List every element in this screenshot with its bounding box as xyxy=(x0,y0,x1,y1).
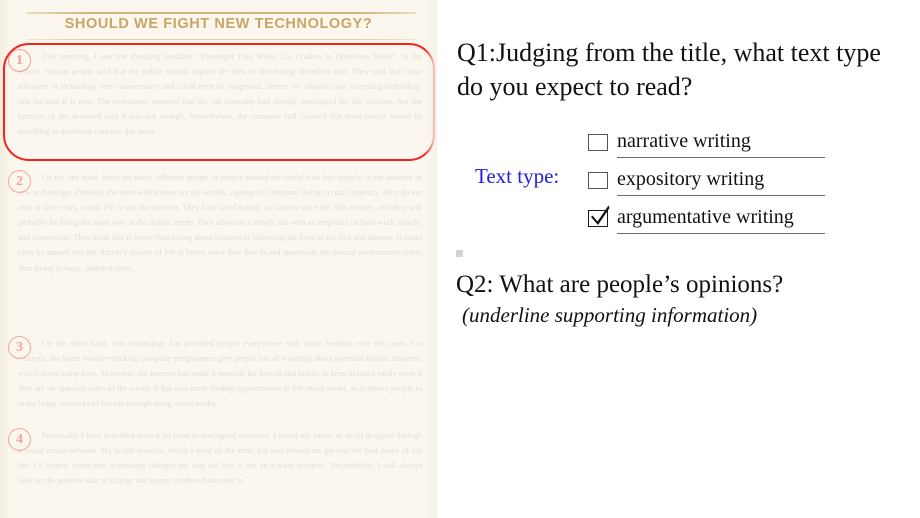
paragraph-1-text: This morning, I saw the shocking headlin… xyxy=(18,52,422,137)
title-rule-top xyxy=(26,12,416,14)
checkbox-expository-writing[interactable] xyxy=(588,172,608,189)
checkbox-narrative-writing[interactable] xyxy=(588,134,608,151)
text-type-label: Text type: xyxy=(475,164,560,188)
text-type-option-argumentative[interactable]: argumentative writing xyxy=(588,204,838,242)
document-title: SHOULD WE FIGHT NEW TECHNOLOGY? xyxy=(64,16,373,32)
question-2-hint: (underline supporting information) xyxy=(462,303,758,327)
paragraph-3-text: On the other hand, new technology has pr… xyxy=(18,339,422,409)
paragraph-number-4: 4 xyxy=(8,428,31,451)
paragraph-number-1: 1 xyxy=(8,49,31,72)
paragraph-1: This morning, I saw the shocking headlin… xyxy=(18,49,422,140)
text-type-option-expository[interactable]: expository writing xyxy=(588,166,838,204)
title-rule-bottom xyxy=(26,39,416,40)
text-type-option-narrative[interactable]: narrative writing xyxy=(588,128,838,166)
bullet-marker-square xyxy=(456,250,463,257)
checkbox-argumentative-writing[interactable] xyxy=(588,205,610,227)
label-narrative-writing: narrative writing xyxy=(617,130,751,152)
paragraph-2-text: On the one hand, there are many differen… xyxy=(18,173,422,273)
answer-underline-narrative xyxy=(617,157,825,159)
answer-underline-argumentative xyxy=(617,233,825,235)
question-1-text: Q1:Judging from the title, what text typ… xyxy=(457,38,881,101)
paragraph-2: On the one hand, there are many differen… xyxy=(18,170,422,276)
scanned-textbook-page: SHOULD WE FIGHT NEW TECHNOLOGY? This mor… xyxy=(0,0,437,518)
paragraph-4-text: Personally, I have benefited quite a lot… xyxy=(18,431,422,486)
checkmark-icon xyxy=(591,205,610,225)
label-expository-writing: expository writing xyxy=(617,168,765,190)
question-2-text: Q2: What are people’s opinions? xyxy=(456,271,784,298)
paragraph-3: On the other hand, new technology has pr… xyxy=(18,336,422,411)
paragraph-number-3: 3 xyxy=(8,336,31,359)
label-argumentative-writing: argumentative writing xyxy=(617,206,794,228)
paragraph-4: Personally, I have benefited quite a lot… xyxy=(18,428,422,488)
paragraph-number-2: 2 xyxy=(8,170,31,193)
answer-underline-expository xyxy=(617,195,825,197)
